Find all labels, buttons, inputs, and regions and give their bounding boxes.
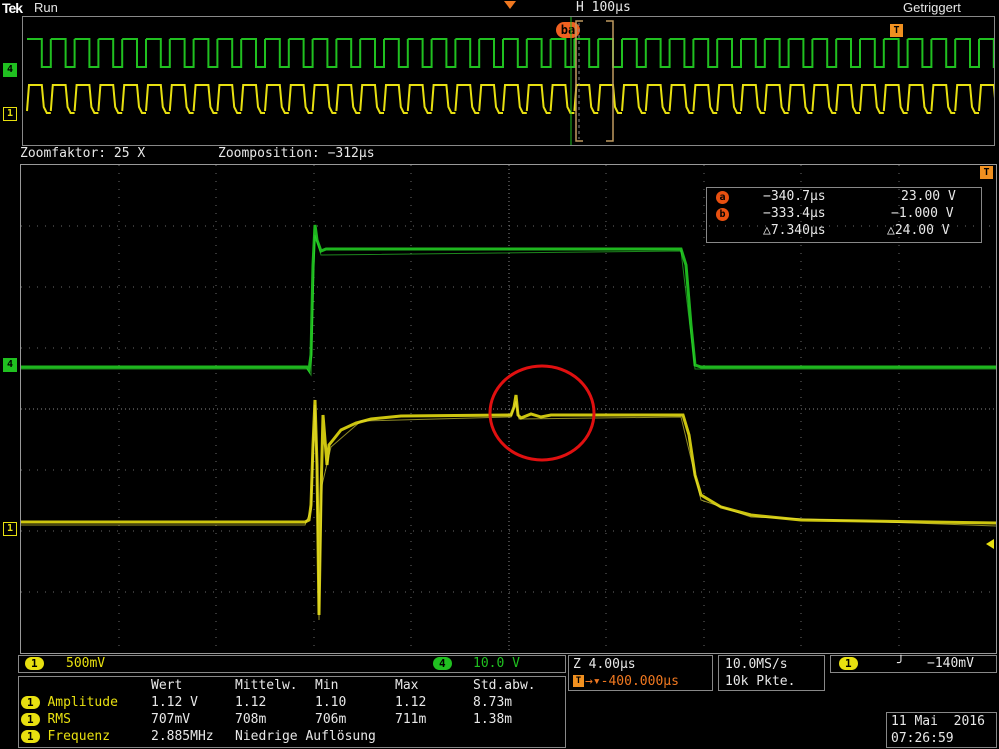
measurement-row[interactable]: 1 Frequenz 2.885MHz Niedrige Auflösung [21,728,540,745]
acquisition-box[interactable]: 10.0MS/s 10k Pkte. [718,655,825,691]
overview-ch4-marker[interactable]: 4 [3,63,17,77]
header-stddev: Std.abw. [473,678,536,693]
cursor-b-volt: −1.000 V [891,206,954,221]
ch4-badge: 4 [433,657,452,670]
record-length: 10k Pkte. [725,674,796,689]
meas-name: RMS [47,712,71,727]
overview-ch4-waveform [27,38,994,68]
meas-max: 1.12 [395,695,427,710]
header-value: Wert [151,678,183,693]
measurement-panel: Wert Mittelw. Min Max Std.abw. 1 Amplitu… [18,676,566,748]
zoom-ch1-marker[interactable]: 1 [3,522,17,536]
meas-ch-badge: 1 [21,730,40,743]
meas-value: 2.885MHz [151,729,214,744]
zoom-scale-box[interactable]: Z 4.00µs T →▾-400.000µs [568,655,713,691]
meas-stddev: 8.73m [473,695,513,710]
measurement-row[interactable]: 1 RMS 707mV 708m 706m 711m 1.38m [21,711,540,728]
trigger-position: →▾-400.000µs [585,674,679,689]
ch4-scale: 10.0 V [473,656,520,671]
zoom-scale: Z 4.00µs [573,657,636,672]
overview-ch1-waveform [26,84,994,114]
cursor-b-icon[interactable]: b [716,208,729,221]
highlight-circle [488,364,596,462]
overview-waveform-window[interactable] [22,16,995,146]
measurement-header-row: Wert Mittelw. Min Max Std.abw. [21,677,540,694]
meas-mean: 1.12 [235,695,267,710]
horizontal-scale: H 100µs [576,0,631,15]
meas-ch-badge: 1 [21,713,40,726]
acquisition-state: Run [34,0,58,15]
trigger-status: Getriggert [903,0,961,15]
ch1-badge: 1 [25,657,44,670]
zoom-factor: Zoomfaktor: 25 X [20,146,146,161]
trigger-pos-icon: T [573,675,584,687]
meas-min: 706m [315,712,347,727]
meas-value: 707mV [151,712,191,727]
date: 11 Mai 2016 [891,714,985,729]
cursor-a-icon[interactable]: a [716,191,729,204]
trigger-setup-box[interactable]: 1 ╯ −140mV [830,655,997,673]
horizontal-position-marker [504,1,516,9]
header-min: Min [315,678,339,693]
meas-stddev: 1.38m [473,712,513,727]
trigger-level-marker-icon [986,539,994,549]
meas-ch-badge: 1 [21,696,40,709]
meas-name: Amplitude [47,695,118,710]
cursor-delta-time: △7.340µs [763,223,826,238]
zoom-waveform-display[interactable]: a b −340.7µs 23.00 V −333.4µs −1.000 V △… [20,164,997,654]
trigger-slope-icon: ╯ [897,656,905,671]
meas-note: Niedrige Auflösung [235,729,376,744]
overview-ch1-marker[interactable]: 1 [3,107,17,121]
cursor-delta-volt: △24.00 V [887,223,950,238]
cursor-readout: a b −340.7µs 23.00 V −333.4µs −1.000 V △… [706,187,982,243]
measurement-row[interactable]: 1 Amplitude 1.12 V 1.12 1.10 1.12 8.73m [21,694,540,711]
meas-value: 1.12 V [151,695,198,710]
header-max: Max [395,678,419,693]
cursor-b-time: −333.4µs [763,206,826,221]
meas-name: Frequenz [47,729,111,744]
ch1-ch4-scale-box[interactable]: 1 500mV 4 10.0 V [18,655,566,673]
trigger-level: −140mV [927,656,974,671]
meas-max: 711m [395,712,427,727]
trigger-source-badge: 1 [839,657,858,670]
measurement-table: Wert Mittelw. Min Max Std.abw. 1 Amplitu… [21,677,540,745]
zoom-position: Zoomposition: −312µs [218,146,375,161]
overview-traces [26,17,994,145]
ch1-scale: 500mV [66,656,106,671]
zoom-ch4-marker[interactable]: 4 [3,358,17,372]
cursor-a-volt: 23.00 V [901,189,956,204]
cursor-a-time: −340.7µs [763,189,826,204]
datetime-box: 11 Mai 2016 07:26:59 [886,712,997,748]
brand-logo: Tek [2,0,23,16]
header-mean: Mittelw. [235,678,298,693]
time: 07:26:59 [891,731,954,746]
meas-mean: 708m [235,712,267,727]
sample-rate: 10.0MS/s [725,657,788,672]
meas-min: 1.10 [315,695,347,710]
